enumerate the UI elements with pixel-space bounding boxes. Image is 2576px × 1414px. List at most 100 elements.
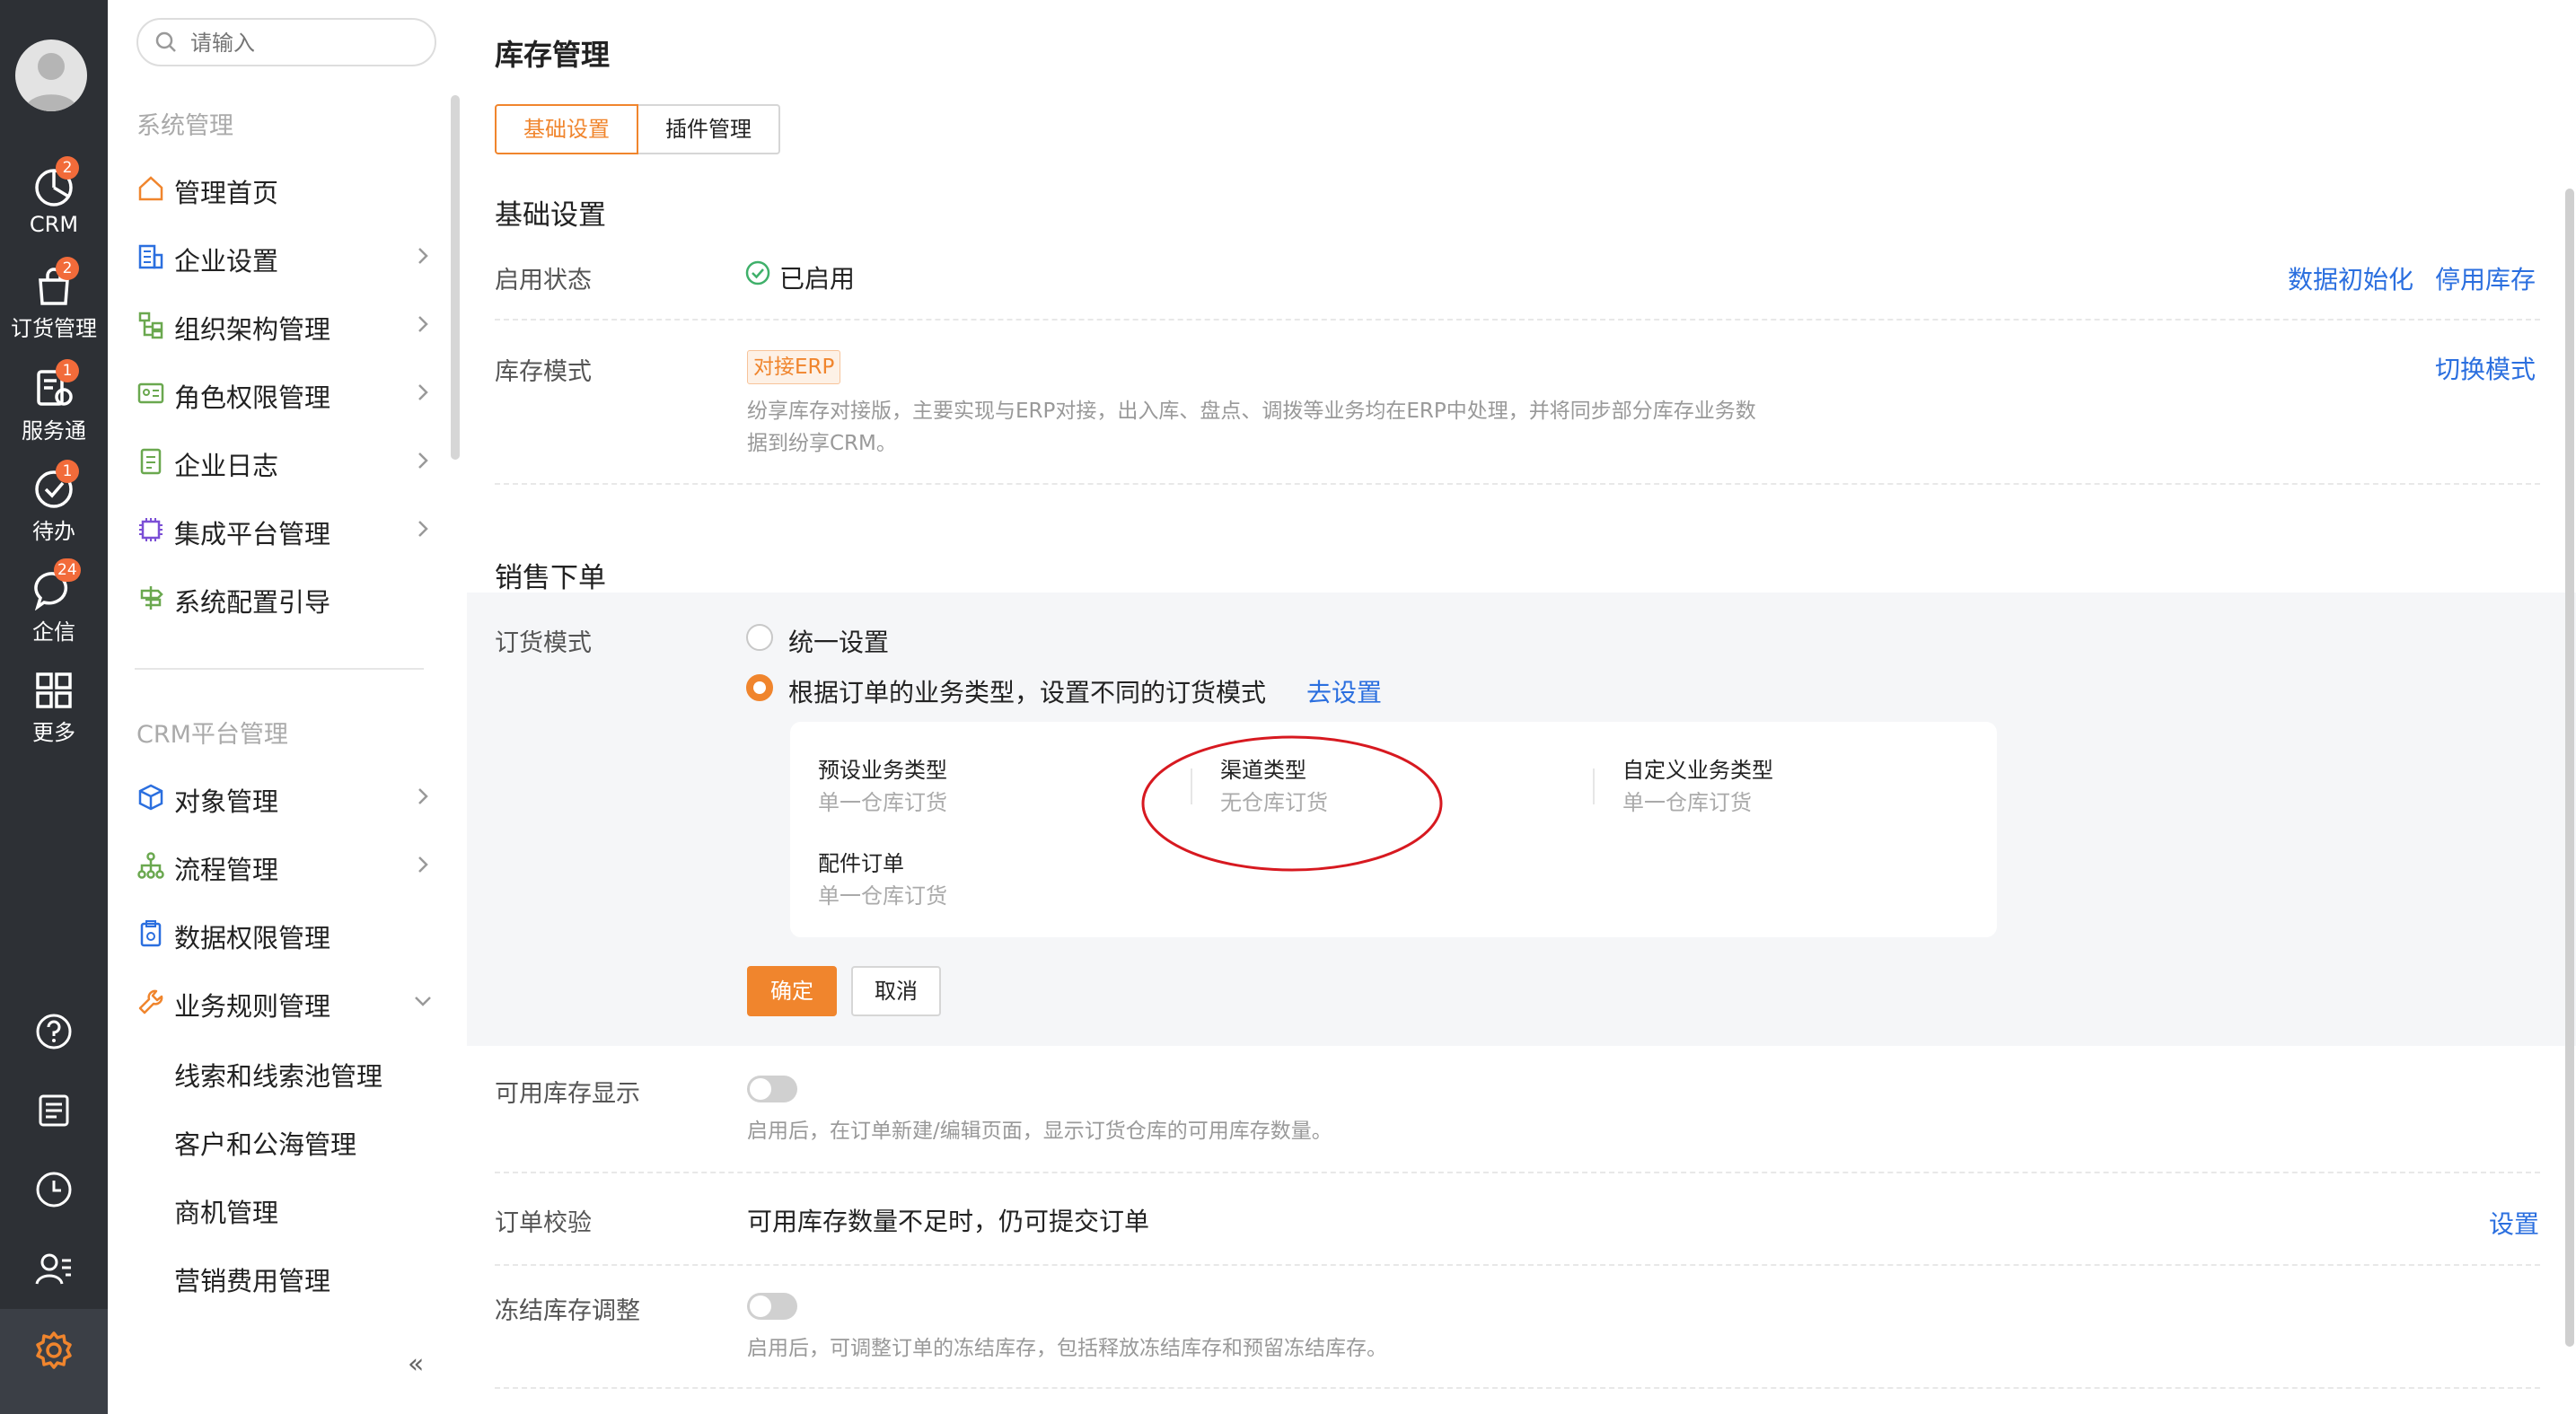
sidebar-item-objects[interactable]: 对象管理 — [136, 770, 433, 824]
home-icon — [138, 176, 163, 201]
order-badge: 2 — [56, 257, 79, 280]
rail-label-service: 服务通 — [22, 418, 86, 444]
mode-description-line2: 据到纷享CRM。 — [747, 432, 897, 455]
order-check-label: 订单校验 — [495, 1209, 592, 1237]
freeze-stock-toggle[interactable] — [747, 1293, 797, 1320]
data-init-link[interactable]: 数据初始化 — [2288, 260, 2413, 296]
section-title-sales: 销售下单 — [495, 562, 606, 594]
chevron-right-icon — [418, 788, 428, 804]
search-input[interactable] — [189, 27, 426, 59]
sidebar-search[interactable] — [136, 18, 436, 66]
chevron-down-icon — [415, 997, 431, 1006]
sidebar-item-label: 企业日志 — [174, 451, 279, 481]
mode-tag: 对接ERP — [747, 350, 841, 384]
org-tree-icon — [138, 312, 163, 339]
order-check-settings-link[interactable]: 设置 — [2489, 1205, 2539, 1241]
sidebar-subitem-customers[interactable]: 客户和公海管理 — [174, 1124, 356, 1162]
order-mode-label: 订货模式 — [495, 629, 592, 657]
available-stock-description: 启用后，在订单新建/编辑页面，显示订货仓库的可用库存数量。 — [747, 1120, 1332, 1143]
chevron-right-icon — [418, 521, 428, 537]
sidebar-item-label: 企业设置 — [174, 246, 279, 277]
chevron-right-icon — [418, 384, 428, 400]
card-separator — [1593, 768, 1595, 804]
user-list-icon — [35, 1253, 71, 1285]
rail-label-todo: 待办 — [32, 519, 75, 544]
option-unified-label: 统一设置 — [788, 628, 890, 657]
biz-type-mode: 单一仓库订货 — [818, 790, 947, 815]
sidebar-item-flow[interactable]: 流程管理 — [136, 839, 433, 892]
sidebar-item-label: 数据权限管理 — [174, 923, 331, 953]
flow-icon — [137, 852, 164, 879]
mode-description-line1: 纷享库存对接版，主要实现与ERP对接，出入库、盘点、调拨等业务均在ERP中处理，… — [747, 400, 1756, 423]
group-title-system: 系统管理 — [136, 112, 233, 140]
biz-type-mode: 单一仓库订货 — [1622, 790, 1752, 815]
sidebar-item-company[interactable]: 企业设置 — [136, 230, 433, 284]
rail-item-more[interactable]: 更多 — [0, 670, 108, 746]
chevron-right-icon — [418, 856, 428, 873]
service-badge: 1 — [56, 359, 79, 382]
rail-item-messenger[interactable]: 企信 — [0, 569, 108, 646]
sidebar-item-label: 对象管理 — [174, 786, 279, 817]
row-divider — [495, 1264, 2540, 1266]
sidebar-item-data-permission[interactable]: 数据权限管理 — [136, 907, 433, 961]
section-title-basic: 基础设置 — [495, 199, 606, 232]
rail-label-order: 订货管理 — [11, 316, 97, 341]
main-scrollbar[interactable] — [2565, 189, 2574, 1347]
go-settings-link[interactable]: 去设置 — [1306, 673, 1382, 709]
available-stock-toggle[interactable] — [747, 1076, 797, 1102]
sidebar-item-roles[interactable]: 角色权限管理 — [136, 366, 433, 420]
collapse-sidebar-button[interactable]: « — [408, 1348, 424, 1380]
freeze-stock-label: 冻结库存调整 — [495, 1297, 640, 1325]
help-button[interactable] — [0, 1013, 108, 1054]
sidebar-item-guide[interactable]: 系统配置引导 — [136, 571, 433, 625]
signpost-icon — [140, 586, 163, 610]
id-card-icon — [137, 382, 164, 404]
cube-icon — [138, 784, 163, 811]
rail-item-crm[interactable]: CRM — [0, 167, 108, 237]
check-circle-icon — [745, 260, 770, 285]
rail-label-more: 更多 — [32, 720, 75, 745]
disable-stock-link[interactable]: 停用库存 — [2435, 260, 2536, 296]
search-icon — [155, 31, 176, 52]
sidebar-item-label: 集成平台管理 — [174, 519, 331, 549]
radio-unified[interactable] — [746, 624, 773, 651]
sidebar-item-org[interactable]: 组织架构管理 — [136, 298, 433, 352]
order-check-value: 可用库存数量不足时，仍可提交订单 — [747, 1207, 1150, 1236]
rail-item-order[interactable]: 订货管理 — [0, 266, 108, 342]
notes-button[interactable] — [0, 1092, 108, 1133]
status-label: 启用状态 — [495, 267, 592, 294]
switch-mode-link[interactable]: 切换模式 — [2435, 350, 2536, 386]
tab-basic-settings[interactable]: 基础设置 — [495, 104, 638, 154]
settings-button[interactable] — [0, 1331, 108, 1374]
sidebar-item-label: 业务规则管理 — [174, 991, 331, 1022]
chevron-right-icon — [418, 452, 428, 469]
tab-plugin-management[interactable]: 插件管理 — [638, 104, 780, 154]
rail-item-todo[interactable]: 待办 — [0, 469, 108, 545]
sidebar-item-home[interactable]: 管理首页 — [136, 162, 433, 215]
history-button[interactable] — [0, 1171, 108, 1212]
sidebar-item-business-rules[interactable]: 业务规则管理 — [136, 975, 433, 1029]
user-avatar[interactable] — [15, 40, 87, 111]
crm-badge: 2 — [56, 156, 79, 180]
sidebar-item-label: 管理首页 — [174, 178, 279, 208]
messenger-badge: 24 — [54, 558, 81, 582]
row-divider — [495, 1172, 2540, 1173]
log-document-icon — [140, 448, 162, 475]
biz-type-name: 配件订单 — [818, 851, 904, 876]
contacts-button[interactable] — [0, 1250, 108, 1291]
row-divider — [495, 1387, 2540, 1389]
radio-by-business-type[interactable] — [746, 674, 773, 701]
sidebar-item-logs[interactable]: 企业日志 — [136, 435, 433, 488]
row-divider — [495, 483, 2540, 485]
sidebar-subitem-opportunities[interactable]: 商机管理 — [174, 1192, 278, 1230]
sidebar-item-integration[interactable]: 集成平台管理 — [136, 503, 433, 557]
biz-type-name: 预设业务类型 — [818, 758, 947, 783]
chip-icon — [139, 518, 163, 541]
cancel-button[interactable]: 取消 — [851, 966, 941, 1016]
sidebar-scrollbar[interactable] — [451, 95, 460, 460]
rail-item-service[interactable]: 服务通 — [0, 368, 108, 444]
confirm-button[interactable]: 确定 — [747, 966, 837, 1016]
sidebar-subitem-marketing-cost[interactable]: 营销费用管理 — [174, 1260, 330, 1298]
sidebar-subitem-leads[interactable]: 线索和线索池管理 — [174, 1056, 382, 1093]
gear-icon — [36, 1331, 72, 1369]
